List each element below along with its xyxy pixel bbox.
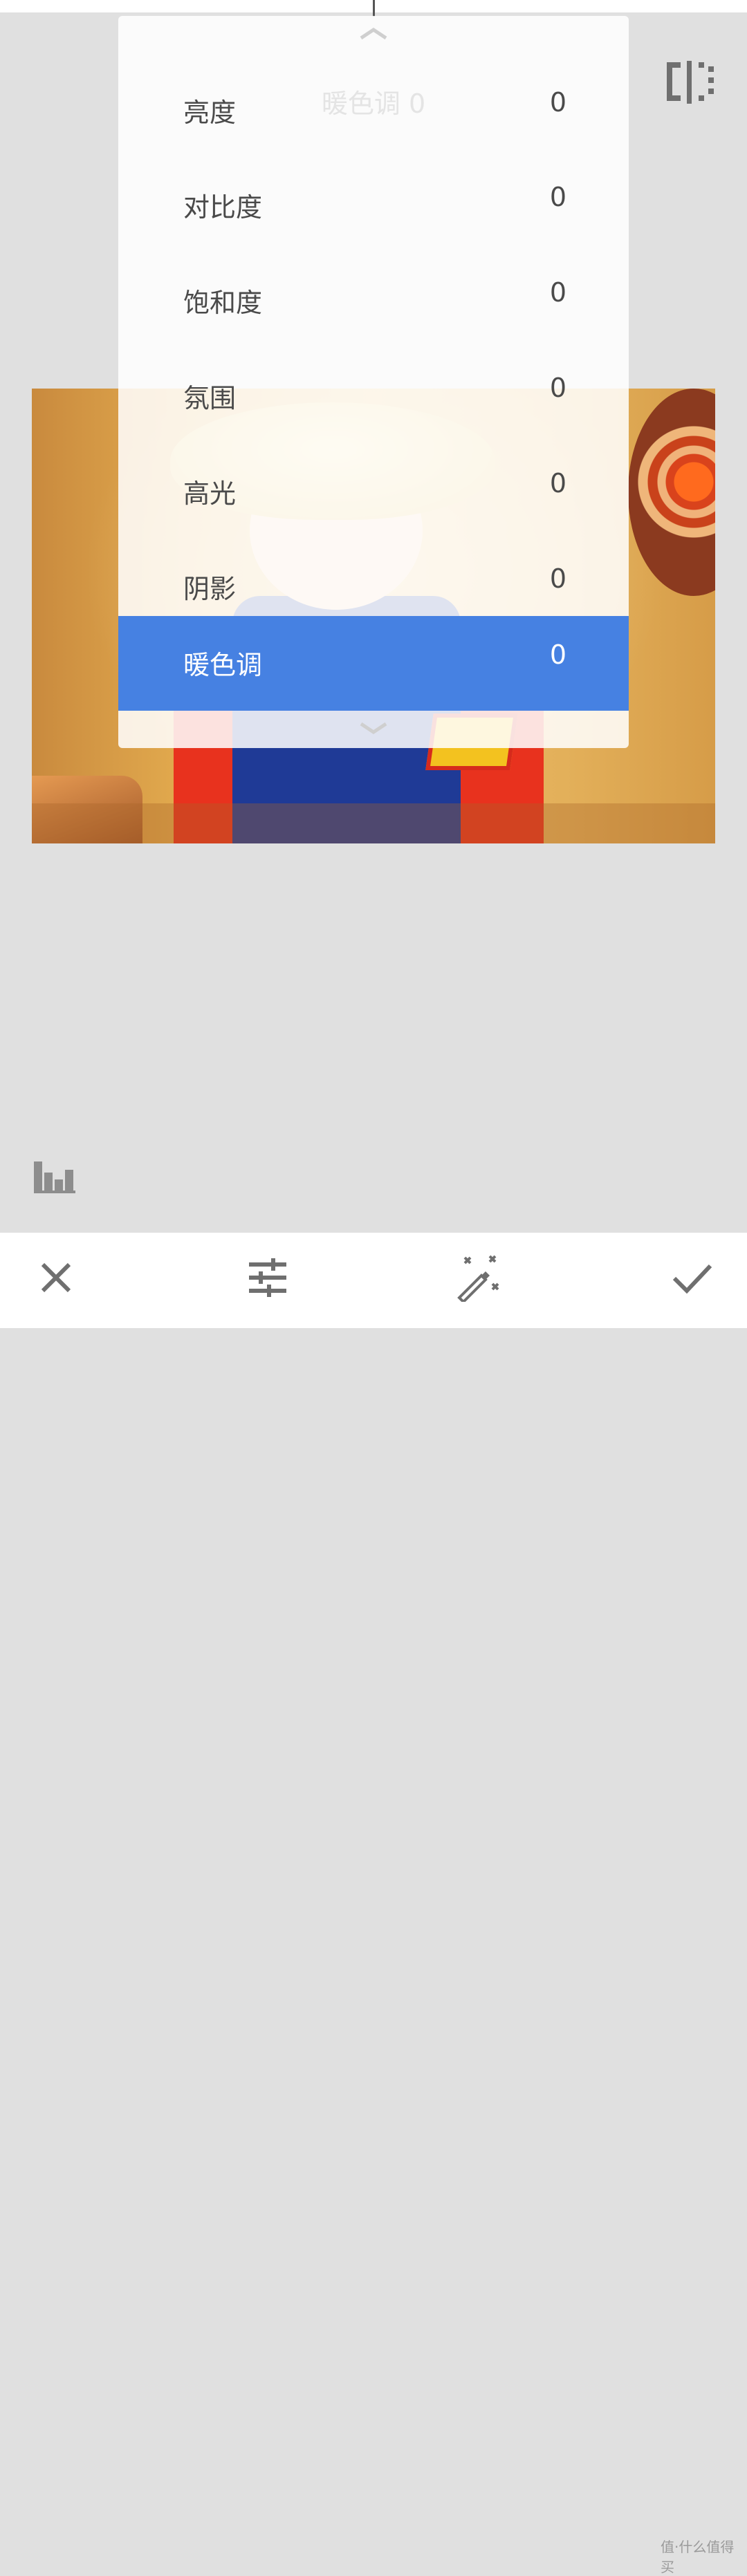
compare-button[interactable] <box>664 61 717 104</box>
photo-floor <box>32 803 715 843</box>
menu-item-label: 对比度 <box>183 192 263 223</box>
menu-item-value: 0 <box>549 468 566 498</box>
menu-item-label: 亮度 <box>183 97 237 128</box>
menu-item-label: 阴影 <box>183 574 237 604</box>
tune-button[interactable] <box>243 1253 292 1302</box>
magic-wand-icon <box>457 1255 499 1304</box>
chevron-down-icon <box>360 722 387 735</box>
menu-item-brightness[interactable]: 亮度 0 <box>118 64 629 158</box>
menu-item-ambiance[interactable]: 氛围 0 <box>118 349 629 444</box>
scroll-down-button[interactable] <box>360 718 387 739</box>
histogram-button[interactable] <box>34 1161 78 1193</box>
checkmark-icon <box>672 1264 712 1294</box>
menu-item-label: 饱和度 <box>183 288 263 318</box>
auto-enhance-button[interactable] <box>454 1253 502 1304</box>
menu-item-value: 0 <box>549 373 566 403</box>
menu-item-value: 0 <box>549 277 566 308</box>
menu-item-contrast[interactable]: 对比度 0 <box>118 158 629 253</box>
scroll-up-button[interactable] <box>360 23 387 44</box>
chevron-up-icon <box>360 27 387 40</box>
menu-item-label: 高光 <box>183 478 237 509</box>
menu-item-label: 氛围 <box>183 383 237 413</box>
menu-item-value: 0 <box>549 87 566 118</box>
menu-item-value: 0 <box>549 182 566 212</box>
adjustment-menu: 暖色调 0 亮度 0 对比度 0 饱和度 0 氛围 0 高光 0 阴影 0 暖色… <box>118 16 629 748</box>
apply-button[interactable] <box>667 1253 716 1302</box>
sliders-icon <box>249 1258 286 1297</box>
menu-item-value: 0 <box>549 640 566 670</box>
menu-item-value: 0 <box>549 563 566 594</box>
bottom-toolbar: 值·什么值得买 <box>0 1233 747 2575</box>
watermark: 值·什么值得买 <box>661 2539 735 2575</box>
compare-icon <box>667 61 714 104</box>
menu-item-warmth[interactable]: 暖色调 0 <box>118 616 629 711</box>
close-icon <box>41 1262 71 1293</box>
cancel-button[interactable] <box>32 1253 80 1302</box>
menu-item-label: 暖色调 <box>183 650 263 680</box>
drag-indicator <box>373 0 375 17</box>
menu-item-highlights[interactable]: 高光 0 <box>118 445 629 539</box>
histogram-icon <box>34 1161 75 1193</box>
menu-item-saturation[interactable]: 饱和度 0 <box>118 254 629 348</box>
